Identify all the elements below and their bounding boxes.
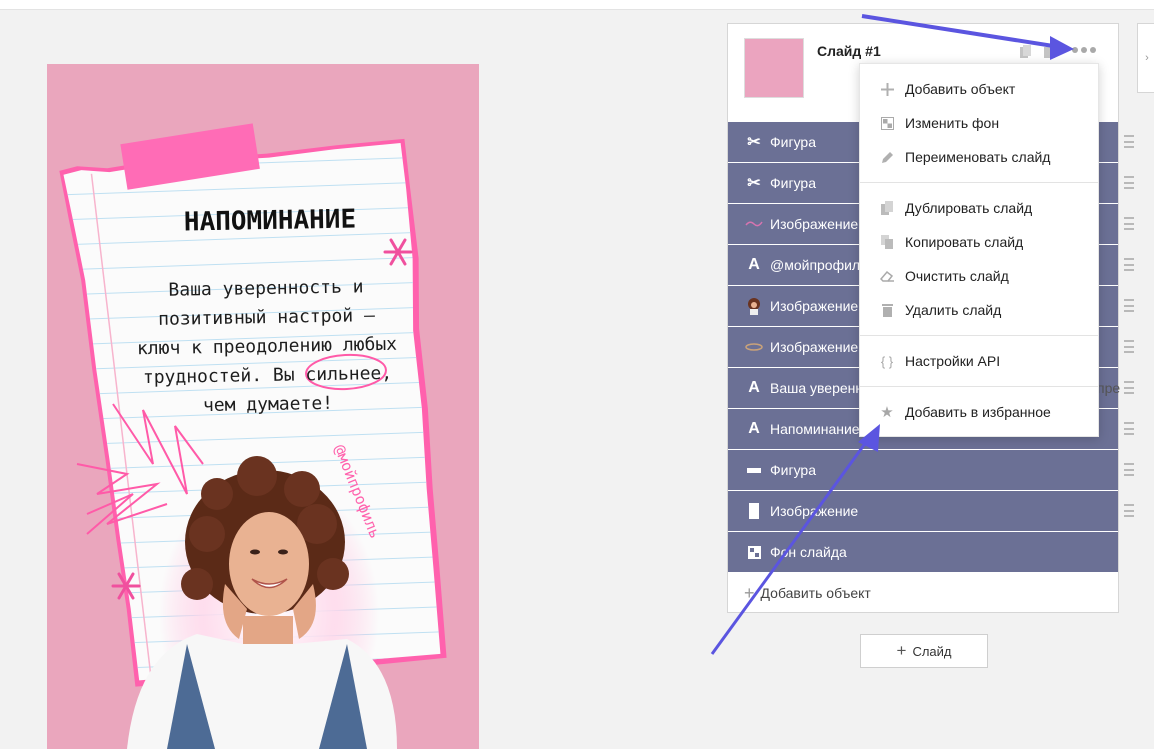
- copy-icon: [879, 234, 895, 250]
- paste-icon[interactable]: [1044, 45, 1055, 58]
- top-toolbar-strip: [0, 0, 1154, 10]
- slide-canvas[interactable]: НАПОМИНАНИЕ Ваша уверенность и позитивны…: [47, 64, 479, 749]
- text-icon: A: [748, 420, 760, 437]
- layer-label: Напоминание: [770, 421, 860, 437]
- menu-add-object[interactable]: Добавить объект: [860, 72, 1098, 106]
- menu-label: Очистить слайд: [905, 268, 1009, 284]
- menu-rename-slide[interactable]: Переименовать слайд: [860, 140, 1098, 174]
- pencil-icon: [879, 149, 895, 165]
- drag-handle-icon[interactable]: [1124, 381, 1134, 394]
- slide-body-text[interactable]: Ваша уверенность и позитивный настрой – …: [116, 271, 418, 421]
- menu-label: Удалить слайд: [905, 302, 1002, 318]
- layer-item[interactable]: Фон слайда: [728, 532, 1118, 573]
- menu-api-settings[interactable]: { } Настройки API: [860, 344, 1098, 378]
- eraser-icon: [879, 268, 895, 284]
- add-slide-label: Слайд: [912, 643, 952, 659]
- slide-name[interactable]: Слайд #1: [817, 43, 881, 59]
- layer-label: Изображение: [770, 339, 859, 355]
- layer-label: Изображение: [770, 216, 859, 232]
- background-icon: [744, 542, 764, 562]
- plus-icon: +: [744, 582, 755, 603]
- add-object-button[interactable]: + Добавить объект: [728, 573, 1118, 613]
- menu-change-background[interactable]: Изменить фон: [860, 106, 1098, 140]
- drag-handle-icon[interactable]: [1124, 217, 1134, 230]
- add-slide-button[interactable]: + Слайд: [860, 634, 988, 668]
- duplicate-icon: [879, 200, 895, 216]
- layer-overflow-text: пре: [1097, 380, 1121, 396]
- menu-clear-slide[interactable]: Очистить слайд: [860, 259, 1098, 293]
- image-icon: [744, 501, 764, 521]
- scissors-icon: ✂: [747, 175, 761, 192]
- drag-handle-icon[interactable]: [1124, 422, 1134, 435]
- dot: [1072, 47, 1078, 53]
- layer-label: @мойпрофиль: [770, 257, 868, 273]
- layer-item[interactable]: Изображение: [728, 491, 1134, 532]
- more-options-button[interactable]: [1071, 42, 1097, 58]
- body-line: трудностей. Вы сильнее,: [142, 362, 393, 389]
- plus-icon: +: [896, 641, 907, 660]
- menu-label: Изменить фон: [905, 115, 1000, 131]
- menu-label: Копировать слайд: [905, 234, 1024, 250]
- rectangle-icon: [744, 460, 764, 480]
- dot: [1081, 47, 1087, 53]
- menu-label: Дублировать слайд: [905, 200, 1033, 216]
- menu-add-to-favorites[interactable]: ★ Добавить в избранное: [860, 395, 1098, 429]
- text-icon: A: [748, 379, 760, 396]
- menu-divider: [860, 182, 1098, 183]
- body-line: чем думаете!: [202, 392, 334, 417]
- text-icon: A: [748, 256, 760, 273]
- menu-label: Настройки API: [905, 353, 1001, 369]
- drag-handle-icon[interactable]: [1124, 135, 1134, 148]
- menu-label: Добавить в избранное: [905, 404, 1051, 420]
- image-thumb-icon: [744, 296, 764, 316]
- drag-handle-icon[interactable]: [1124, 176, 1134, 189]
- layer-label: Ваша уверенн: [770, 380, 864, 396]
- drag-handle-icon[interactable]: [1124, 463, 1134, 476]
- menu-divider: [860, 386, 1098, 387]
- add-object-label: Добавить объект: [760, 585, 871, 601]
- menu-label: Добавить объект: [905, 81, 1016, 97]
- trash-icon: [879, 302, 895, 318]
- layer-label: Изображение: [770, 298, 859, 314]
- layer-label: Фон слайда: [770, 544, 847, 560]
- layer-label: Фигура: [770, 134, 816, 150]
- layer-label: Фигура: [770, 175, 816, 191]
- panel-collapse-toggle[interactable]: ›: [1137, 23, 1154, 93]
- menu-divider: [860, 335, 1098, 336]
- scissors-icon: ✂: [747, 134, 761, 151]
- menu-label: Переименовать слайд: [905, 149, 1051, 165]
- layer-item[interactable]: Фигура: [728, 450, 1134, 491]
- menu-duplicate-slide[interactable]: Дублировать слайд: [860, 191, 1098, 225]
- slide-thumbnail[interactable]: [744, 38, 804, 98]
- star-icon: ★: [880, 404, 894, 421]
- slide-options-menu: Добавить объект Изменить фон Переименова…: [859, 63, 1099, 437]
- dot: [1090, 47, 1096, 53]
- drag-handle-icon[interactable]: [1124, 340, 1134, 353]
- layer-label: Изображение: [770, 503, 859, 519]
- menu-delete-slide[interactable]: Удалить слайд: [860, 293, 1098, 327]
- chevron-right-icon: ›: [1145, 52, 1149, 64]
- drag-handle-icon[interactable]: [1124, 504, 1134, 517]
- slide-title[interactable]: НАПОМИНАНИЕ: [125, 203, 415, 238]
- menu-copy-slide[interactable]: Копировать слайд: [860, 225, 1098, 259]
- image-thumb-icon: [744, 214, 764, 234]
- copy-icon[interactable]: [1020, 45, 1031, 58]
- image-thumb-icon: [744, 337, 764, 357]
- plus-icon: [879, 81, 895, 97]
- drag-handle-icon[interactable]: [1124, 299, 1134, 312]
- layer-label: Фигура: [770, 462, 816, 478]
- code-braces-icon: { }: [880, 353, 894, 369]
- background-icon: [879, 115, 895, 131]
- drag-handle-icon[interactable]: [1124, 258, 1134, 271]
